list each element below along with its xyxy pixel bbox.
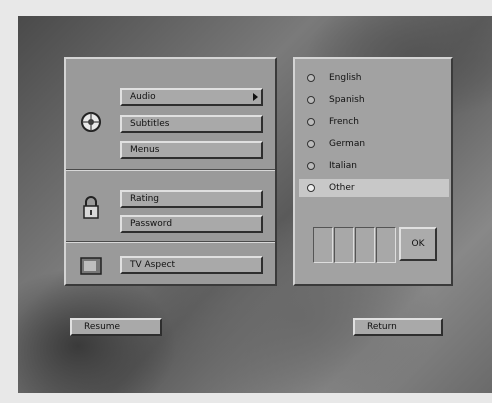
radio-icon — [307, 96, 315, 104]
return-button[interactable]: Return — [353, 318, 443, 336]
ok-label: OK — [411, 239, 425, 249]
resume-label: Resume — [84, 322, 121, 332]
return-label: Return — [367, 322, 397, 332]
radio-icon — [307, 140, 315, 148]
language-option-english[interactable]: English — [299, 69, 449, 87]
subtitles-button[interactable]: Subtitles — [120, 115, 263, 133]
rating-label: Rating — [130, 194, 160, 204]
language-option-french[interactable]: French — [299, 113, 449, 131]
dropdown-arrow-icon — [253, 93, 258, 101]
language-label: Spanish — [329, 95, 365, 105]
rating-button[interactable]: Rating — [120, 190, 263, 208]
radio-icon — [307, 118, 315, 126]
lock-icon — [83, 196, 99, 219]
menus-label: Menus — [130, 145, 160, 155]
language-option-italian[interactable]: Italian — [299, 157, 449, 175]
language-option-spanish[interactable]: Spanish — [299, 91, 449, 109]
subtitles-label: Subtitles — [130, 119, 170, 129]
radio-icon — [307, 184, 315, 192]
language-label: French — [329, 117, 359, 127]
language-label: English — [329, 73, 362, 83]
radio-icon — [307, 74, 315, 82]
code-digit-box[interactable] — [355, 227, 375, 263]
code-digit-box[interactable] — [376, 227, 396, 263]
language-code-input[interactable] — [313, 227, 397, 263]
language-label: Other — [329, 183, 355, 193]
menus-button[interactable]: Menus — [120, 141, 263, 159]
language-option-german[interactable]: German — [299, 135, 449, 153]
ok-button[interactable]: OK — [399, 227, 437, 261]
settings-panel: Audio Subtitles Menus Rating Password TV… — [64, 57, 277, 286]
tv-aspect-label: TV Aspect — [130, 260, 176, 270]
code-digit-box[interactable] — [334, 227, 354, 263]
code-digit-box[interactable] — [313, 227, 333, 263]
audio-dropdown[interactable]: Audio — [120, 88, 263, 106]
password-button[interactable]: Password — [120, 215, 263, 233]
language-panel: English Spanish French German Italian Ot… — [293, 57, 453, 286]
language-option-other[interactable]: Other — [299, 179, 449, 197]
password-label: Password — [130, 219, 173, 229]
resume-button[interactable]: Resume — [70, 318, 162, 336]
dvd-setup-screen: Audio Subtitles Menus Rating Password TV… — [18, 16, 492, 393]
globe-icon — [81, 112, 101, 132]
section-divider — [66, 169, 275, 171]
section-divider — [66, 241, 275, 243]
radio-icon — [307, 162, 315, 170]
tv-icon — [80, 257, 102, 275]
audio-label: Audio — [130, 92, 156, 102]
tv-aspect-button[interactable]: TV Aspect — [120, 256, 263, 274]
language-label: Italian — [329, 161, 357, 171]
language-label: German — [329, 139, 366, 149]
